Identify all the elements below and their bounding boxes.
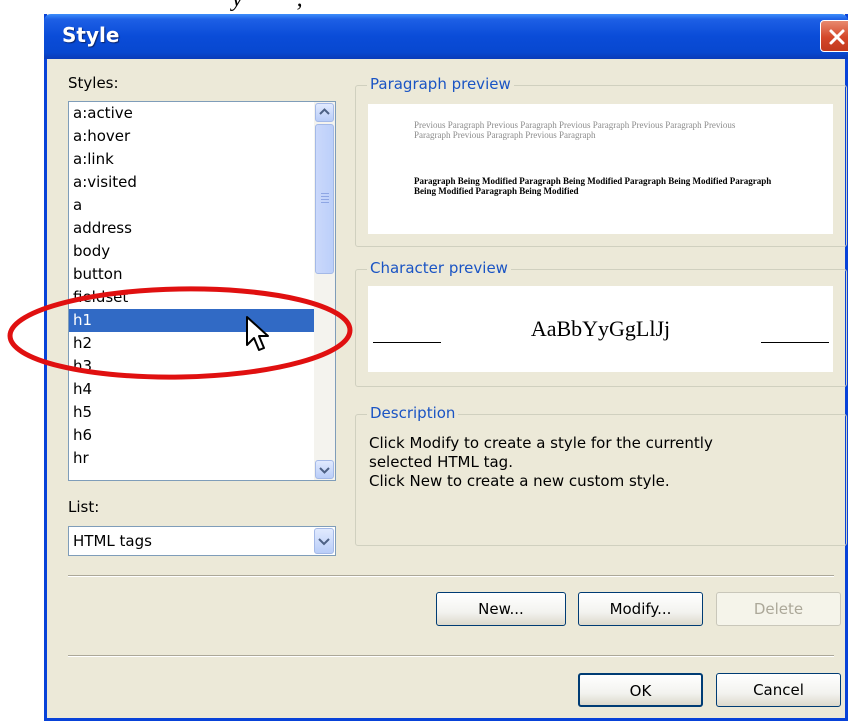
close-button[interactable] [820,20,848,52]
scroll-down-button[interactable] [315,460,334,479]
list-type-value: HTML tags [73,532,152,550]
description-line-2: selected HTML tag. [369,453,513,471]
scroll-up-button[interactable] [315,103,334,122]
style-list-item-h5[interactable]: h5 [69,401,314,424]
scroll-up-icon [319,108,330,115]
character-preview-box: AaBbYyGgLlJj [368,286,833,372]
style-list-item-button[interactable]: button [69,263,314,286]
dropdown-arrow-icon [318,538,330,546]
modified-paragraph-text: Paragraph Being Modified Paragraph Being… [414,176,772,196]
new-button[interactable]: New... [436,592,566,626]
styles-listbox[interactable]: a:active a:hover a:link a:visited a address bo… [68,101,336,481]
ok-button[interactable]: OK [578,673,703,707]
description-text: Click Modify to create a style for the c… [369,434,829,491]
list-dropdown-button[interactable] [314,528,334,554]
description-legend: Description [367,404,459,422]
top-cropped-text: y , [232,0,303,13]
preview-rule-right [761,342,829,343]
style-list-item-h2[interactable]: h2 [69,332,314,355]
style-dialog: Style Styles: a:active a:hover a:link a:vis… [44,14,848,721]
list-type-select[interactable]: HTML tags [68,526,336,556]
style-list-item-h4[interactable]: h4 [69,378,314,401]
list-label: List: [68,498,100,516]
character-preview-legend: Character preview [367,259,511,277]
mouse-cursor-icon [246,316,269,351]
cancel-button[interactable]: Cancel [716,673,841,707]
character-sample: AaBbYyGgLlJj [530,316,671,341]
paragraph-preview-box: Previous Paragraph Previous Paragraph Pr… [368,104,833,234]
style-list-item-h6[interactable]: h6 [69,424,314,447]
style-list-item-h1[interactable]: h1 [69,309,314,332]
close-icon [829,29,845,45]
style-list-item-hr[interactable]: hr [69,447,314,470]
delete-button[interactable]: Delete [716,592,841,626]
scroll-thumb[interactable] [315,124,334,274]
style-list-item-body[interactable]: body [69,240,314,263]
styles-list-items: a:active a:hover a:link a:visited a address bo… [69,102,314,470]
style-list-item-a-visited[interactable]: a:visited [69,171,314,194]
style-list-item-a-hover[interactable]: a:hover [69,125,314,148]
title-bar: Style [44,14,848,59]
styles-scrollbar[interactable] [314,102,335,480]
modify-button[interactable]: Modify... [578,592,703,626]
dialog-title: Style [62,23,120,47]
styles-label: Styles: [68,74,119,92]
separator-lower [68,655,834,657]
preview-rule-left [373,342,441,343]
style-list-item-a[interactable]: a [69,194,314,217]
paragraph-preview-legend: Paragraph preview [367,75,514,93]
description-line-3: Click New to create a new custom style. [369,472,670,490]
style-list-item-a-active[interactable]: a:active [69,102,314,125]
scroll-down-icon [319,467,330,474]
style-list-item-address[interactable]: address [69,217,314,240]
style-list-item-h3[interactable]: h3 [69,355,314,378]
style-list-item-fieldset[interactable]: fieldset [69,286,314,309]
separator-upper [68,575,834,577]
style-list-item-a-link[interactable]: a:link [69,148,314,171]
previous-paragraph-text: Previous Paragraph Previous Paragraph Pr… [414,120,736,140]
description-line-1: Click Modify to create a style for the c… [369,434,713,452]
